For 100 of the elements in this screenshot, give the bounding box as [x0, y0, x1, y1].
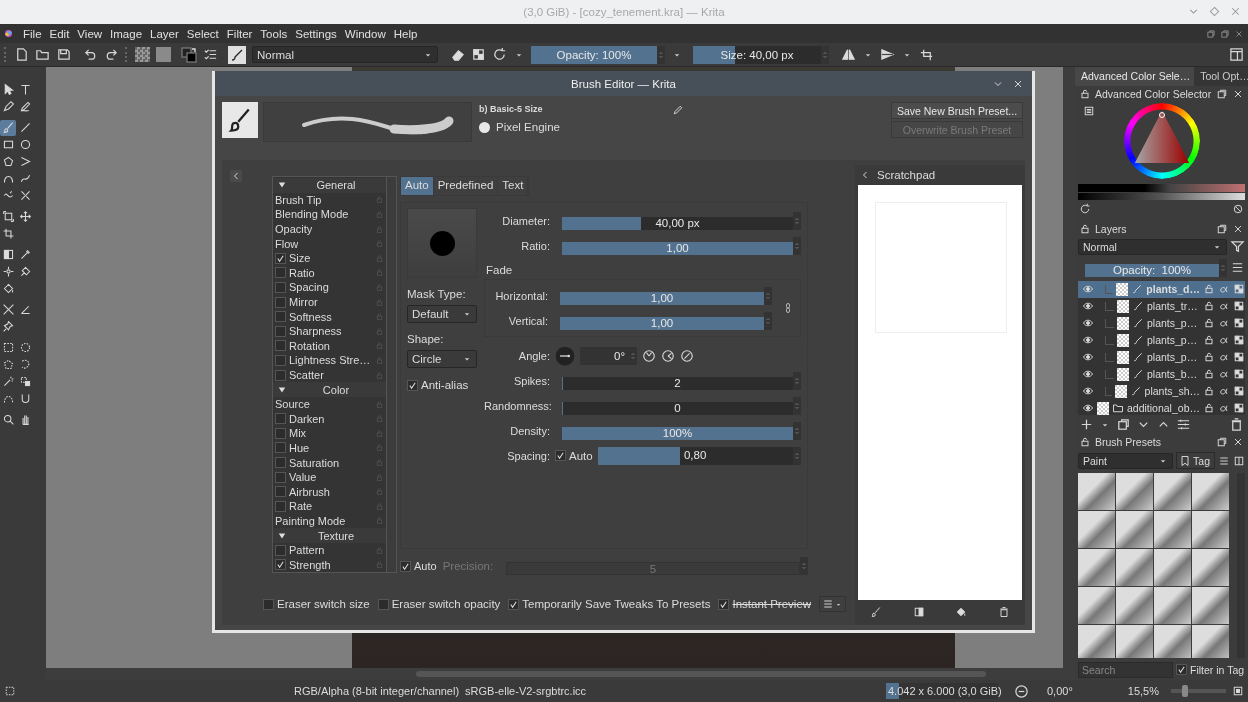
option-checkbox[interactable]: Ratio	[275, 266, 375, 279]
tag-button[interactable]: Tag	[1176, 452, 1215, 470]
checkerboard-icon[interactable]	[1233, 402, 1245, 415]
brush-preset-thumbnail[interactable]	[1192, 587, 1229, 625]
checkerboard-icon[interactable]	[1233, 317, 1245, 330]
option-checkbox[interactable]: Value	[275, 471, 375, 484]
menu-item[interactable]: File	[20, 27, 47, 40]
option-checkbox[interactable]: Saturation	[275, 456, 375, 469]
restore-icon[interactable]	[1206, 28, 1216, 39]
redo-icon[interactable]	[104, 47, 119, 62]
brush-preset-thumbnail[interactable]	[1078, 625, 1115, 658]
brush-preset-thumbnail[interactable]	[1154, 511, 1191, 549]
filter-icon[interactable]	[1230, 239, 1245, 255]
float-icon[interactable]	[1216, 222, 1228, 235]
option-checkbox[interactable]: Eraser switch opacity	[377, 598, 501, 610]
option-item[interactable]: Source	[275, 398, 375, 411]
new-document-icon[interactable]	[14, 47, 29, 62]
lock-icon[interactable]	[1203, 402, 1215, 415]
option-category[interactable]: Color	[275, 383, 386, 396]
layer-row[interactable]: plants_p…	[1078, 314, 1245, 332]
duplicate-icon[interactable]	[1116, 417, 1131, 433]
blend-mode-dropdown[interactable]: Normal	[1078, 238, 1227, 255]
brush-icon[interactable]	[0, 119, 16, 136]
option-item[interactable]: Opacity	[275, 223, 375, 236]
search-field[interactable]: Search	[1078, 662, 1173, 678]
layer-row[interactable]: plants_tr…	[1078, 297, 1245, 315]
checkerboard-icon[interactable]	[1233, 351, 1245, 364]
lock-icon[interactable]	[1203, 300, 1215, 313]
brush-preset-thumbnail[interactable]	[1154, 587, 1191, 625]
opacity-slider[interactable]: Opacity: 100%	[531, 45, 657, 64]
option-checkbox[interactable]: Sharpness	[275, 325, 375, 338]
brush-preset-thumbnail[interactable]	[1116, 625, 1153, 658]
lock-icon[interactable]	[1203, 283, 1215, 296]
lock-icon[interactable]	[1079, 87, 1091, 100]
pattern-swatch[interactable]	[156, 47, 171, 62]
anti-alias-checkbox[interactable]: Anti-alias	[407, 379, 477, 391]
option-item[interactable]: Brush Tip	[275, 193, 375, 206]
option-checkbox[interactable]: Rate	[275, 500, 375, 513]
mask-type-dropdown[interactable]: Default	[407, 305, 477, 323]
angle-dial[interactable]	[555, 345, 575, 366]
color-swatches-icon[interactable]	[181, 46, 197, 63]
brush-preset-thumbnail[interactable]	[1192, 549, 1229, 587]
tab[interactable]: Predefined	[433, 177, 499, 195]
layer-row[interactable]: plants_sh…	[1078, 382, 1245, 400]
option-checkbox[interactable]: Hue	[275, 442, 375, 454]
reload-icon[interactable]	[492, 47, 507, 62]
tag-dropdown[interactable]: Paint	[1078, 452, 1174, 469]
dock-tab[interactable]: Tool Opt…	[1194, 67, 1248, 86]
checkerboard-icon[interactable]	[471, 47, 486, 62]
eraser-icon[interactable]	[450, 47, 465, 62]
float-icon[interactable]	[1220, 28, 1230, 39]
option-category[interactable]: General	[275, 179, 386, 192]
close-icon[interactable]	[1234, 28, 1244, 39]
parameter-slider[interactable]: 0	[562, 401, 793, 415]
layer-row[interactable]: plants_b…	[1078, 365, 1245, 383]
brush-preset-thumbnail[interactable]	[1154, 549, 1191, 587]
selection-icon[interactable]	[4, 685, 16, 697]
panel-icon[interactable]	[1233, 454, 1245, 467]
menu-item[interactable]: Settings	[292, 27, 342, 40]
move-icon[interactable]	[17, 208, 33, 225]
folder-icon[interactable]	[35, 47, 50, 62]
option-checkbox[interactable]: Darken	[275, 412, 375, 425]
checkerboard-icon[interactable]	[1233, 334, 1245, 347]
menu-item[interactable]: Edit	[46, 27, 75, 40]
option-checkbox[interactable]: Pattern	[275, 544, 375, 557]
brush-preset-thumbnail[interactable]	[1154, 625, 1191, 658]
brush-preset-button[interactable]	[228, 45, 246, 64]
gradient-fill-icon[interactable]	[912, 606, 925, 618]
refresh-icon[interactable]	[1079, 203, 1091, 216]
angle-preset-icon[interactable]	[642, 348, 656, 363]
color-gradient-bars[interactable]	[1078, 184, 1245, 201]
option-item[interactable]: Flow	[275, 237, 375, 250]
mirror-vertical-icon[interactable]	[880, 47, 895, 62]
float-icon[interactable]	[1216, 87, 1228, 100]
option-checkbox[interactable]: Scatter	[275, 369, 375, 381]
menu-item[interactable]: Image	[107, 27, 148, 40]
menu-item[interactable]: Filter	[223, 27, 258, 40]
parameter-slider[interactable]: 2	[562, 376, 793, 390]
menu-item[interactable]: Tools	[257, 27, 293, 40]
lock-icon[interactable]	[1079, 222, 1091, 235]
checkerboard-icon[interactable]	[1233, 385, 1245, 398]
brush-settings-icon[interactable]	[203, 47, 218, 62]
blend-mode-dropdown[interactable]: Normal	[252, 46, 438, 63]
menu-item[interactable]: View	[74, 27, 108, 40]
parameter-slider[interactable]: 100%	[562, 426, 793, 440]
brush-preset-thumbnail[interactable]	[1116, 587, 1153, 625]
tab[interactable]: Text	[498, 177, 529, 195]
fit-icon[interactable]	[1232, 685, 1244, 697]
brush-preset-thumbnail[interactable]	[1154, 473, 1191, 511]
brush-preset-thumbnail[interactable]	[1078, 511, 1115, 549]
brush-preset-thumbnail[interactable]	[1116, 549, 1153, 587]
vertical-scrollbar[interactable]	[1063, 67, 1075, 668]
option-checkbox[interactable]: Mirror	[275, 296, 375, 309]
layer-row[interactable]: plants_d…	[1078, 280, 1245, 298]
shape-dropdown[interactable]: Circle	[407, 350, 477, 368]
workspace-layout-icon[interactable]	[1229, 47, 1244, 62]
pencil-icon[interactable]	[671, 104, 684, 116]
brush-preset-thumbnail[interactable]	[1116, 511, 1153, 549]
parameter-slider[interactable]: 1,00	[562, 241, 793, 255]
lock-icon[interactable]	[1203, 334, 1215, 347]
